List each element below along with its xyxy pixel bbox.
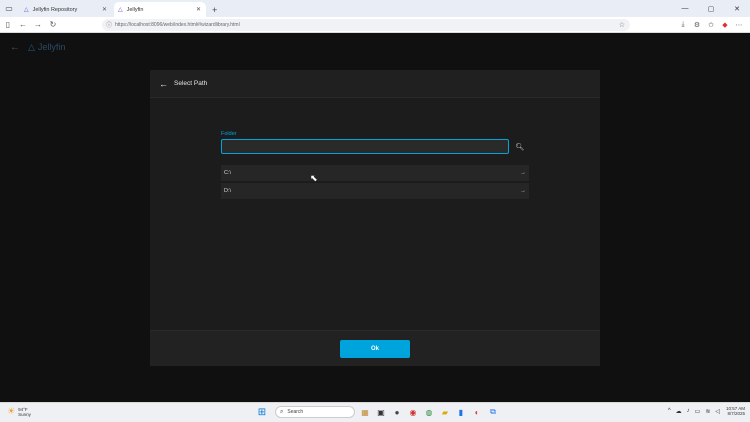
chevron-up-icon[interactable]: ^	[668, 408, 671, 414]
minimize-icon[interactable]: —	[672, 0, 698, 17]
app-icon[interactable]: ▮	[455, 406, 467, 418]
tab-jellyfin[interactable]: △ Jellyfin ✕	[114, 2, 206, 17]
new-tab-icon[interactable]: +	[212, 2, 217, 17]
toolbar-actions: ⤓ ⚙ ✩ ◆ ⋯	[676, 18, 746, 32]
taskbar-apps: ⊞ ⌕ Search ▦ ▣ ● ◉ ◍ ▰ ▮ ◐ ⧉	[256, 406, 499, 418]
widgets-icon[interactable]: ▦	[359, 406, 371, 418]
app-icon[interactable]: ●	[391, 406, 403, 418]
address-bar[interactable]: ⓘ https://localhost:8096/web/index.html#…	[102, 18, 630, 31]
search-icon[interactable]: 🔍︎	[514, 141, 526, 153]
system-tray: ^ ☁ ♪ ▭ ≋ ◁ 10:57 AM 8/7/2025	[663, 406, 745, 416]
dialog-footer: Ok	[150, 330, 600, 366]
list-item[interactable]: D:\ →	[221, 183, 529, 199]
search-icon: ⌕	[280, 408, 284, 415]
tab-jellyfin-icon: △	[118, 7, 123, 13]
sidebar-icon[interactable]: ▯	[1, 18, 15, 32]
weather-text: 94°F Sunny	[18, 407, 31, 417]
dialog-title: Select Path	[174, 80, 208, 87]
close-icon[interactable]: ✕	[196, 6, 201, 13]
dialog-header: ← Select Path	[150, 70, 600, 98]
arrow-left-icon[interactable]: ←	[159, 79, 168, 89]
browser-toolbar: ▯ ← → ↻ ⓘ https://localhost:8096/web/ind…	[0, 17, 750, 33]
browser-icon[interactable]: ◐	[471, 406, 483, 418]
file-explorer-icon[interactable]: ▰	[439, 406, 451, 418]
star-icon[interactable]: ☆	[619, 21, 625, 29]
download-icon[interactable]: ⤓	[676, 18, 690, 32]
chevron-right-icon: →	[520, 188, 526, 194]
weather-desc: Sunny	[18, 411, 31, 417]
folder-label: Folder	[221, 131, 237, 137]
chrome-icon[interactable]: ◍	[423, 406, 435, 418]
select-path-dialog: ← Select Path Folder 🔍︎ C:\ → D:\ → Ok	[150, 70, 600, 366]
tab-label: Jellyfin Repository	[32, 6, 78, 13]
ok-button[interactable]: Ok	[340, 340, 410, 358]
browser-tabstrip: ▭ △ Jellyfin Repository ✕ △ Jellyfin ✕ +…	[0, 0, 750, 17]
app-icon[interactable]: ⧉	[487, 406, 499, 418]
menu-icon[interactable]: ⋯	[732, 18, 746, 32]
app-header: ← △ Jellyfin	[0, 34, 750, 60]
volume-icon[interactable]: ◁	[715, 408, 720, 415]
list-item[interactable]: C:\ →	[221, 165, 529, 181]
display-icon[interactable]: ▭	[695, 408, 701, 415]
weather-widget[interactable]: ☀ 94°F Sunny	[7, 406, 31, 417]
close-icon[interactable]: ✕	[724, 0, 750, 17]
directory-list: C:\ → D:\ →	[221, 165, 529, 201]
settings-icon[interactable]: ⚙	[690, 18, 704, 32]
url-text: https://localhost:8096/web/index.html#/w…	[115, 21, 240, 28]
chevron-right-icon: →	[520, 170, 526, 176]
cloud-icon[interactable]: ☁	[676, 408, 682, 415]
taskbar: ☀ 94°F Sunny ⊞ ⌕ Search ▦ ▣ ● ◉ ◍ ▰ ▮ ◐ …	[0, 402, 750, 422]
tab-jellyfin-repository[interactable]: △ Jellyfin Repository ✕	[20, 2, 112, 17]
extension-icon[interactable]: ◆	[718, 18, 732, 32]
search-placeholder: Search	[287, 409, 304, 415]
directory-label: C:\	[224, 170, 232, 176]
sun-icon: ☀	[7, 406, 16, 416]
tab-jellyfin-icon: △	[24, 7, 29, 13]
clock[interactable]: 10:57 AM 8/7/2025	[726, 406, 745, 416]
jellyfin-logo-icon: △	[28, 41, 35, 52]
refresh-icon[interactable]: ↻	[46, 18, 60, 32]
tab-label: Jellyfin	[126, 6, 144, 13]
back-icon[interactable]: ←	[16, 18, 30, 32]
forward-icon[interactable]: →	[31, 18, 45, 32]
taskbar-search[interactable]: ⌕ Search	[275, 406, 355, 418]
start-icon[interactable]: ⊞	[256, 406, 268, 418]
maximize-icon[interactable]: ▢	[698, 0, 724, 17]
mouse-cursor-icon: ⬉	[310, 173, 318, 183]
window-icon[interactable]: ▭	[0, 0, 18, 17]
arrow-left-icon[interactable]: ←	[10, 42, 20, 53]
info-icon[interactable]: ⓘ	[106, 20, 112, 29]
mic-icon[interactable]: ♪	[687, 408, 690, 414]
clock-date: 8/7/2025	[727, 411, 745, 416]
directory-label: D:\	[224, 188, 232, 194]
task-view-icon[interactable]: ▣	[375, 406, 387, 418]
close-icon[interactable]: ✕	[102, 6, 107, 13]
wifi-icon[interactable]: ≋	[705, 408, 710, 415]
app-icon[interactable]: ◉	[407, 406, 419, 418]
favorites-icon[interactable]: ✩	[704, 18, 718, 32]
app-title: Jellyfin	[37, 42, 66, 52]
window-controls: — ▢ ✕	[672, 0, 750, 17]
folder-input[interactable]	[221, 139, 509, 154]
